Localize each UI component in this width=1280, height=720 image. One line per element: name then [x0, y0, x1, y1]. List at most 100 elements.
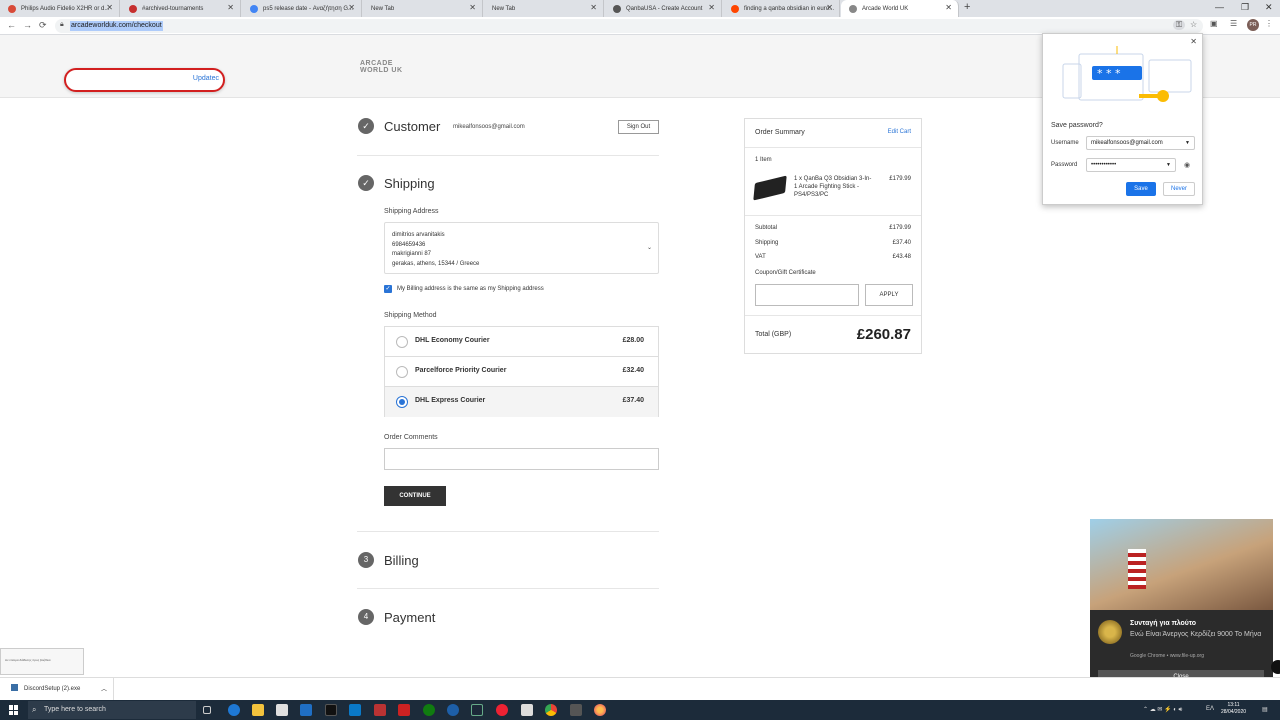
- side-panel-button[interactable]: [1271, 660, 1280, 674]
- calculator-icon[interactable]: [570, 704, 582, 716]
- menu-icon[interactable]: ⋮: [1265, 19, 1273, 28]
- browser-tab-active[interactable]: Arcade World UK ✕: [841, 0, 959, 17]
- url-text[interactable]: arcadeworlduk.com/checkout: [70, 21, 163, 31]
- edge-icon[interactable]: [228, 704, 240, 716]
- edit-cart-link[interactable]: Edit Cart: [888, 129, 911, 135]
- sign-out-button[interactable]: Sign Out: [618, 120, 659, 134]
- order-comments-input[interactable]: [384, 448, 659, 470]
- address-line: dimitrios arvanitakis: [392, 232, 445, 238]
- shipping-address-label: Shipping Address: [384, 208, 439, 215]
- never-button[interactable]: Never: [1163, 182, 1195, 196]
- app-icon[interactable]: [349, 704, 361, 716]
- browser-tab[interactable]: finding a qanba obsidian in euro... ✕: [723, 0, 840, 17]
- file-explorer-icon[interactable]: [252, 704, 264, 716]
- save-password-title: Save password?: [1051, 122, 1103, 129]
- eye-icon[interactable]: ◉: [1184, 161, 1190, 169]
- billing-same-checkbox[interactable]: ✓: [384, 285, 392, 293]
- radio-button-selected[interactable]: [396, 396, 408, 408]
- star-icon[interactable]: ☆: [1190, 20, 1197, 29]
- reading-list-icon[interactable]: ☰: [1230, 19, 1237, 28]
- flag-icon: [1128, 549, 1146, 589]
- reload-icon[interactable]: ⟳: [39, 20, 47, 31]
- extension-icon[interactable]: ▣: [1210, 19, 1218, 28]
- notification-center-icon[interactable]: ▤: [1262, 706, 1268, 713]
- minimize-icon[interactable]: —: [1215, 2, 1224, 12]
- shipping-option[interactable]: Parcelforce Priority Courier £32.40: [385, 357, 658, 387]
- apply-button[interactable]: APPLY: [865, 284, 913, 306]
- browser-tab[interactable]: Philips Audio Fidelio X2HR or d... ✕: [0, 0, 120, 17]
- tab-label: Philips Audio Fidelio X2HR or d...: [21, 5, 110, 12]
- browser-tab[interactable]: New Tab ✕: [363, 0, 483, 17]
- steam-icon[interactable]: [471, 704, 483, 716]
- payment-title[interactable]: Payment: [384, 610, 435, 625]
- windows-start-icon[interactable]: [9, 705, 19, 715]
- app-icon[interactable]: [398, 704, 410, 716]
- app-icon[interactable]: [496, 704, 508, 716]
- username-value: mikealfonsoos@gmail.com: [1091, 140, 1163, 146]
- clock-time: 13:11: [1227, 702, 1240, 708]
- language-indicator[interactable]: ΕΛ: [1206, 706, 1214, 712]
- document-thumbnail[interactable]: Αν ντίσιμα διάθεσης προς βοήθεια: [0, 648, 84, 675]
- taskbar-search[interactable]: ⌕ Type here to search: [28, 701, 196, 719]
- avatar[interactable]: PR: [1247, 19, 1259, 31]
- radio-button[interactable]: [396, 366, 408, 378]
- browser-tab[interactable]: QanbaUSA - Create Account ✕: [605, 0, 722, 17]
- close-tab-icon[interactable]: ✕: [826, 3, 833, 12]
- close-tab-icon[interactable]: ✕: [708, 3, 715, 12]
- close-tab-icon[interactable]: ✕: [106, 3, 113, 12]
- close-tab-icon[interactable]: ✕: [348, 3, 355, 12]
- shipping-option-selected[interactable]: DHL Express Courier £37.40: [385, 387, 658, 417]
- app-icon[interactable]: [374, 704, 386, 716]
- step-complete-icon: ✓: [358, 175, 374, 191]
- password-field[interactable]: •••••••••••• ▼: [1086, 158, 1176, 172]
- coupon-input[interactable]: [755, 284, 859, 306]
- browser-tab[interactable]: #archived-tournaments ✕: [121, 0, 241, 17]
- close-tab-icon[interactable]: ✕: [469, 3, 476, 12]
- radio-button[interactable]: [396, 336, 408, 348]
- tab-label: #archived-tournaments: [142, 5, 204, 12]
- back-icon[interactable]: ←: [7, 20, 16, 30]
- forward-icon[interactable]: →: [23, 20, 32, 30]
- shipping-option-name: Parcelforce Priority Courier: [415, 367, 507, 374]
- new-tab-button[interactable]: +: [964, 1, 970, 13]
- close-window-icon[interactable]: ✕: [1265, 2, 1273, 13]
- app-icon[interactable]: [325, 704, 337, 716]
- clock-date: 28/04/2020: [1221, 709, 1247, 715]
- clock[interactable]: 13:11 28/04/2020: [1221, 702, 1246, 716]
- tray-icons[interactable]: ⌃ ☁ ✉ ⚡ ◐ 🔊︎: [1143, 706, 1182, 714]
- download-item[interactable]: DiscordSetup (2).exe ︿: [0, 678, 114, 700]
- chevron-down-icon[interactable]: ▼: [1166, 159, 1171, 171]
- close-tab-icon[interactable]: ✕: [945, 3, 952, 12]
- chrome-notification[interactable]: Συνταγή για πλούτο Ενώ Είναι Άνεργος Κερ…: [1090, 519, 1273, 693]
- firefox-icon[interactable]: [594, 704, 606, 716]
- browser-tab[interactable]: ps5 release date - Αναζήτηση G... ✕: [242, 0, 362, 17]
- username-field[interactable]: mikealfonsoos@gmail.com ▼: [1086, 136, 1195, 150]
- save-button[interactable]: Save: [1126, 182, 1156, 196]
- file-icon: [11, 684, 18, 691]
- total-value: £260.87: [856, 326, 911, 343]
- task-view-icon[interactable]: [203, 706, 211, 714]
- store-icon[interactable]: [276, 704, 288, 716]
- address-bar[interactable]: 🔒︎ arcadeworlduk.com/checkout ⚿ ☆: [55, 19, 1203, 33]
- chevron-down-icon[interactable]: ▼: [1185, 137, 1190, 149]
- xbox-icon[interactable]: [423, 704, 435, 716]
- maximize-icon[interactable]: ❐: [1241, 2, 1249, 13]
- site-logo[interactable]: ARCADE WORLD UK: [360, 60, 420, 77]
- browser-tab[interactable]: New Tab ✕: [484, 0, 604, 17]
- app-icon[interactable]: [521, 704, 533, 716]
- shipping-option-name: DHL Express Courier: [415, 397, 486, 404]
- search-input[interactable]: Updatec: [64, 68, 225, 92]
- billing-title[interactable]: Billing: [384, 553, 419, 568]
- close-tab-icon[interactable]: ✕: [590, 3, 597, 12]
- chrome-icon[interactable]: [545, 704, 557, 716]
- coin-icon: [1098, 620, 1122, 644]
- chevron-up-icon[interactable]: ︿: [101, 684, 107, 693]
- close-tab-icon[interactable]: ✕: [227, 3, 234, 12]
- mail-icon[interactable]: [300, 704, 312, 716]
- app-icon[interactable]: [447, 704, 459, 716]
- continue-button[interactable]: CONTINUE: [384, 486, 446, 506]
- coupon-label: Coupon/Gift Certificate: [755, 270, 816, 276]
- shipping-address-select[interactable]: dimitrios arvanitakis 6984659436 makrigi…: [384, 222, 659, 274]
- key-icon[interactable]: ⚿: [1173, 20, 1186, 30]
- shipping-option[interactable]: DHL Economy Courier £28.00: [385, 327, 658, 357]
